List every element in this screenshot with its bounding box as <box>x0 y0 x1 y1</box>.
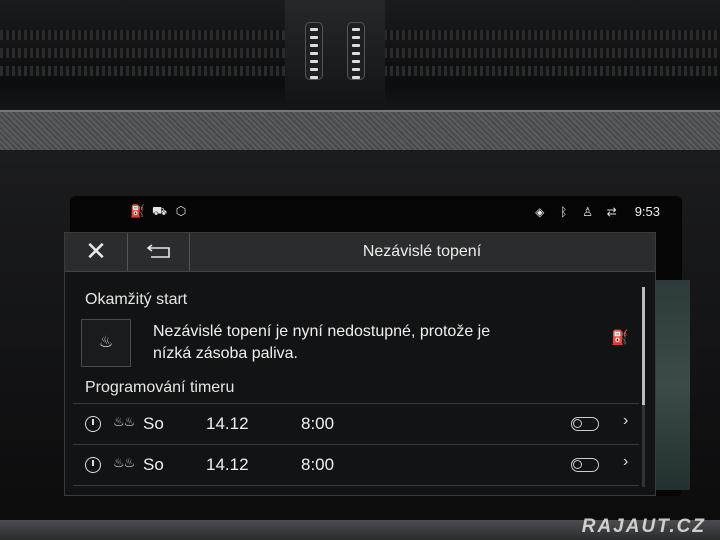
scrollbar-thumb[interactable] <box>642 287 645 405</box>
location-icon: ◈ <box>535 204 545 219</box>
timer-time: 8:00 <box>301 455 335 474</box>
timer-toggle[interactable] <box>571 458 599 472</box>
close-button[interactable]: ✕ <box>65 233 128 271</box>
unavailable-message: Nezávislé topení je nyní nedostupné, pro… <box>153 321 553 365</box>
timer-2-clock-icon <box>85 457 101 473</box>
seat-heating-icon: ♨♨ <box>113 455 135 470</box>
watermark: RAJAUT.CZ <box>581 516 706 537</box>
timer-row[interactable]: ♨♨ So 14.12 8:00 › <box>73 444 639 485</box>
page-title: Nezávislé topení <box>362 243 482 260</box>
timer-row[interactable]: ♨♨ So 14.12 8:00 › <box>73 403 639 444</box>
vent-knob-right[interactable] <box>347 22 365 80</box>
instant-start-heading: Okamžitý start <box>85 291 188 308</box>
divider <box>73 485 639 486</box>
heating-status-icon[interactable]: ♨ <box>81 319 131 367</box>
bluetooth-icon: ᛒ <box>560 204 568 219</box>
timer-time: 8:00 <box>301 414 335 433</box>
chevron-right-icon[interactable]: › <box>623 412 628 430</box>
low-fuel-icon: ⛽ <box>611 329 629 345</box>
title-bar: ✕ Nezávislé topení <box>65 233 655 272</box>
vent-knob-left[interactable] <box>305 22 323 80</box>
status-bar: ⛽ ⛟ ⬡ ◈ ᛒ ♙ ⇄ 9:53 <box>100 200 670 226</box>
message-line-1: Nezávislé topení je nyní nedostupné, pro… <box>153 323 491 340</box>
person-icon: ♙ <box>582 204 594 219</box>
timer-date: 14.12 <box>206 414 249 433</box>
back-arrow-icon <box>146 244 170 258</box>
scrollbar[interactable] <box>642 287 645 487</box>
seat-heating-icon: ♨♨ <box>113 414 135 429</box>
timer-day: So <box>143 414 164 433</box>
timer-day: So <box>143 455 164 474</box>
close-icon: ✕ <box>85 236 107 266</box>
timer-1-clock-icon <box>85 416 101 432</box>
chevron-right-icon[interactable]: › <box>623 453 628 471</box>
clock-time: 9:53 <box>634 204 660 219</box>
carbon-trim <box>0 110 720 154</box>
independent-heating-panel: ✕ Nezávislé topení Okamžitý start ♨ Nezá… <box>64 232 656 496</box>
center-vent-housing <box>285 0 385 112</box>
signal-icon: ⇄ <box>606 204 617 219</box>
message-line-2: nízká zásoba paliva. <box>153 345 298 362</box>
cube-icon: ⬡ <box>175 204 187 218</box>
fuel-icon: ⛽ <box>130 204 145 218</box>
car-icon: ⛟ <box>152 204 168 218</box>
map-background <box>650 280 690 490</box>
timer-heading: Programování timeru <box>85 379 235 396</box>
back-button[interactable] <box>127 233 190 271</box>
timer-date: 14.12 <box>206 455 249 474</box>
timer-toggle[interactable] <box>571 417 599 431</box>
